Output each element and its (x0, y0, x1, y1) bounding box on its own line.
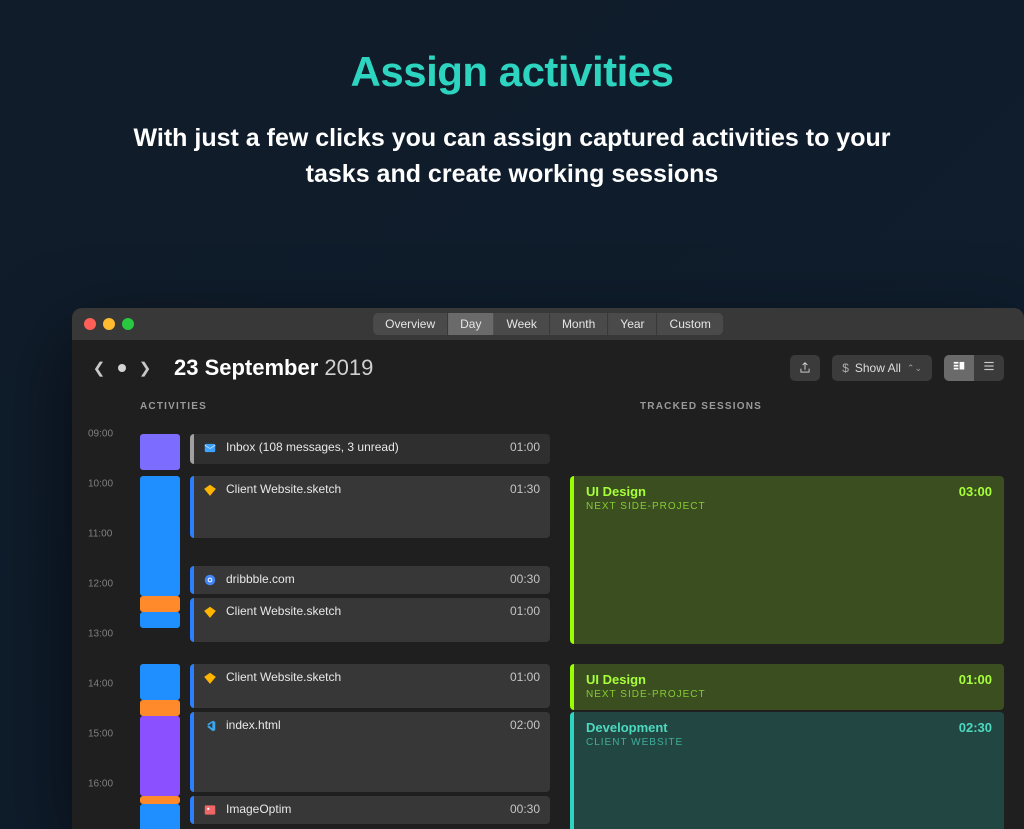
session-duration: 03:00 (959, 484, 992, 499)
date-year: 2019 (324, 355, 373, 380)
sketch-icon (202, 482, 218, 498)
session-item[interactable]: UI Design NEXT SIDE-PROJECT 03:00 (570, 476, 1004, 644)
session-duration: 01:00 (959, 672, 992, 687)
strip-block[interactable] (140, 612, 180, 628)
activity-label: Client Website.sketch (226, 670, 502, 684)
activities-column: Inbox (108 messages, 3 unread)01:00Clien… (190, 416, 570, 829)
strip-block[interactable] (140, 664, 180, 700)
session-title: Development (586, 720, 992, 735)
activity-duration: 01:00 (510, 670, 540, 684)
time-tick: 11:00 (88, 529, 112, 540)
close-icon[interactable] (84, 318, 96, 330)
view-range-segmented: OverviewDayWeekMonthYearCustom (373, 313, 723, 335)
activity-item[interactable]: index.html 02:00 (190, 712, 550, 792)
sketch-icon (202, 670, 218, 686)
activity-label: Inbox (108 messages, 3 unread) (226, 440, 502, 454)
filter-label: Show All (855, 361, 901, 375)
sessions-column: UI DesignNEXT SIDE-PROJECT03:00UI Design… (570, 416, 1004, 829)
strip-block[interactable] (140, 434, 180, 470)
strip-block[interactable] (140, 716, 180, 796)
activity-duration: 02:00 (510, 718, 540, 732)
activity-duration: 01:00 (510, 440, 540, 454)
columns-icon (952, 359, 966, 378)
time-tick: 15:00 (88, 729, 113, 740)
next-day-button[interactable]: ❯ (138, 359, 152, 377)
list-icon (982, 359, 996, 378)
time-tick: 12:00 (88, 579, 113, 590)
session-project: NEXT SIDE-PROJECT (586, 689, 992, 700)
layout-list-button[interactable] (974, 355, 1004, 381)
current-date: 23 September 2019 (174, 355, 373, 381)
activity-item[interactable]: Client Website.sketch 01:00 (190, 598, 550, 642)
segment-custom[interactable]: Custom (658, 313, 723, 335)
sessions-column-header: TRACKED SESSIONS (640, 401, 762, 412)
time-tick: 09:00 (88, 429, 113, 440)
filter-show-all-button[interactable]: $ Show All ⌃⌄ (832, 355, 932, 381)
traffic-lights (84, 318, 134, 330)
mail-icon (202, 440, 218, 456)
image-icon (202, 802, 218, 818)
segment-day[interactable]: Day (448, 313, 494, 335)
session-duration: 02:30 (959, 720, 992, 735)
time-tick: 14:00 (88, 679, 113, 690)
content: 09:00 10:00 11:00 12:00 13:00 14:00 15:00 16:00… (72, 416, 1024, 829)
share-button[interactable] (790, 355, 820, 381)
activity-item[interactable]: ImageOptim 00:30 (190, 796, 550, 824)
layout-toggle (944, 355, 1004, 381)
activity-duration: 01:00 (510, 604, 540, 618)
layout-columns-button[interactable] (944, 355, 974, 381)
activity-duration: 01:30 (510, 482, 540, 496)
time-tick: 10:00 (88, 479, 113, 490)
prev-day-button[interactable]: ❮ (92, 359, 106, 377)
activity-label: index.html (226, 718, 502, 732)
hero-subtitle: With just a few clicks you can assign ca… (132, 120, 892, 193)
session-title: UI Design (586, 484, 992, 499)
segment-week[interactable]: Week (494, 313, 549, 335)
time-tick: 13:00 (88, 629, 113, 640)
window-titlebar: OverviewDayWeekMonthYearCustom (72, 308, 1024, 340)
session-item[interactable]: Development CLIENT WEBSITE 02:30 (570, 712, 1004, 829)
activity-duration: 00:30 (510, 802, 540, 816)
activity-label: ImageOptim (226, 802, 502, 816)
chevron-updown-icon: ⌃⌄ (907, 363, 922, 374)
session-project: NEXT SIDE-PROJECT (586, 501, 992, 512)
share-icon (798, 361, 812, 375)
segment-overview[interactable]: Overview (373, 313, 448, 335)
activity-label: Client Website.sketch (226, 604, 502, 618)
strip-block[interactable] (140, 796, 180, 804)
app-window: OverviewDayWeekMonthYearCustom ❮ ❯ 23 Se… (72, 308, 1024, 829)
session-title: UI Design (586, 672, 992, 687)
strip-block[interactable] (140, 476, 180, 596)
chrome-icon (202, 572, 218, 588)
vscode-icon (202, 718, 218, 734)
date-main: 23 September (174, 355, 318, 380)
activity-strip-overview (130, 416, 190, 829)
activity-label: Client Website.sketch (226, 482, 502, 496)
segment-year[interactable]: Year (608, 313, 657, 335)
time-axis: 09:00 10:00 11:00 12:00 13:00 14:00 15:00 16:00… (72, 416, 130, 829)
currency-icon: $ (842, 361, 849, 375)
session-item[interactable]: UI Design NEXT SIDE-PROJECT 01:00 (570, 664, 1004, 710)
activities-column-header: ACTIVITIES (140, 401, 640, 412)
activity-item[interactable]: Client Website.sketch 01:30 (190, 476, 550, 538)
strip-block[interactable] (140, 700, 180, 716)
activity-item[interactable]: Inbox (108 messages, 3 unread) 01:00 (190, 434, 550, 464)
time-tick: 16:00 (88, 779, 113, 790)
activity-item[interactable]: dribbble.com 00:30 (190, 566, 550, 594)
session-project: CLIENT WEBSITE (586, 737, 992, 748)
activity-item[interactable]: Client Website.sketch 01:00 (190, 664, 550, 708)
sketch-icon (202, 604, 218, 620)
strip-block[interactable] (140, 596, 180, 612)
strip-block[interactable] (140, 804, 180, 829)
activity-label: dribbble.com (226, 572, 502, 586)
today-button[interactable] (118, 364, 126, 372)
sub-toolbar: ❮ ❯ 23 September 2019 $ Show All ⌃⌄ (72, 340, 1024, 396)
activity-duration: 00:30 (510, 572, 540, 586)
minimize-icon[interactable] (103, 318, 115, 330)
hero-title: Assign activities (0, 48, 1024, 96)
segment-month[interactable]: Month (550, 313, 608, 335)
fullscreen-icon[interactable] (122, 318, 134, 330)
column-headers: ACTIVITIES TRACKED SESSIONS (72, 396, 1024, 416)
